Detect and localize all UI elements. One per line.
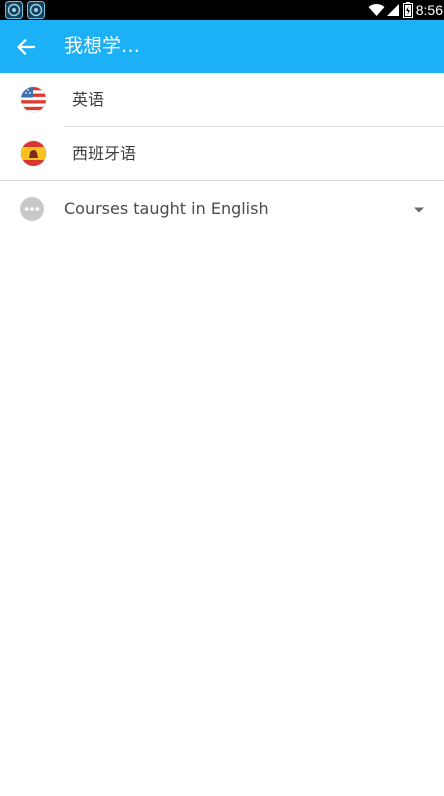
- more-icon: [20, 197, 44, 221]
- back-arrow-icon: [17, 39, 35, 55]
- app-icon: [27, 1, 45, 19]
- battery-icon: [402, 2, 413, 18]
- app-icon: [5, 1, 23, 19]
- language-label: 西班牙语: [72, 144, 137, 163]
- page-title: 我想学…: [64, 35, 141, 57]
- app-bar: 我想学…: [0, 20, 444, 73]
- us-flag-icon: [20, 86, 47, 113]
- divider: [0, 180, 444, 181]
- status-indicators: 8:56: [368, 0, 444, 20]
- chevron-down-icon: [414, 207, 424, 213]
- list-item-english[interactable]: 英语: [0, 73, 444, 127]
- courses-label: Courses taught in English: [64, 199, 269, 218]
- list-item-spanish[interactable]: 西班牙语: [0, 127, 444, 181]
- back-button[interactable]: [8, 29, 44, 65]
- wifi-icon: [368, 3, 385, 16]
- language-label: 英语: [72, 90, 105, 109]
- status-time: 8:56: [415, 2, 443, 18]
- status-bar: 8:56: [0, 0, 444, 20]
- spain-flag-icon: [20, 140, 47, 167]
- signal-icon: [386, 4, 399, 16]
- courses-dropdown[interactable]: Courses taught in English: [0, 182, 444, 236]
